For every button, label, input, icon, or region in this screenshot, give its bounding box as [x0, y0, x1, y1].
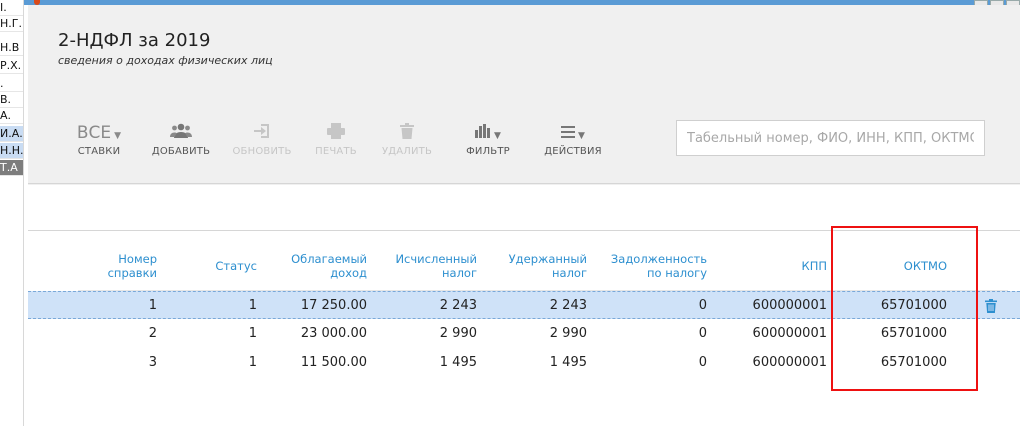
- print-icon: [311, 123, 361, 143]
- list-item-label: Р.Х.: [0, 59, 22, 72]
- cell-status: 1: [248, 298, 257, 313]
- cell-calculated-tax: 1 495: [439, 355, 477, 370]
- rates-label: СТАВКИ: [77, 146, 121, 157]
- list-item-label: Н.Г.: [0, 17, 22, 30]
- sign-in-icon: [231, 123, 293, 143]
- cell-status: 1: [248, 326, 257, 341]
- cell-number: 2: [148, 326, 157, 341]
- oktmo-highlight-box: [831, 226, 978, 391]
- cell-withheld-tax: 2 243: [549, 298, 587, 313]
- cell-withheld-tax: 1 495: [549, 355, 587, 370]
- search-input[interactable]: [676, 120, 985, 156]
- page-title: 2-НДФЛ за 2019: [58, 30, 211, 51]
- column-header-calculated-tax[interactable]: Исчисленный налог: [378, 252, 477, 280]
- filter-label: ФИЛЬТР: [466, 146, 510, 157]
- list-item-label: И.А.: [0, 127, 23, 140]
- bar-chart-icon: ▼: [461, 123, 515, 143]
- list-item-label: Т.А: [0, 161, 18, 174]
- cell-kpp: 600000001: [752, 298, 827, 313]
- cell-taxable-income: 11 500.00: [300, 355, 367, 370]
- list-item[interactable]: Н.Г.: [0, 16, 23, 32]
- trash-icon: [379, 123, 435, 143]
- cell-number: 3: [148, 355, 157, 370]
- cell-taxable-income: 17 250.00: [300, 298, 367, 313]
- list-item[interactable]: Н.Н.: [0, 143, 24, 159]
- rates-dropdown[interactable]: ВСЕ ▼ СТАВКИ: [66, 123, 132, 157]
- column-header-kpp[interactable]: КПП: [728, 259, 827, 273]
- users-icon: [150, 123, 212, 143]
- refresh-button[interactable]: ОБНОВИТЬ: [231, 123, 293, 157]
- cell-status: 1: [248, 355, 257, 370]
- cell-taxable-income: 23 000.00: [300, 326, 367, 341]
- column-header-number[interactable]: Номер справки: [78, 252, 157, 280]
- cell-number: 1: [148, 298, 157, 313]
- list-item[interactable]: Н.В: [0, 40, 23, 56]
- list-item[interactable]: .: [0, 76, 23, 92]
- menu-icon: ▼: [541, 123, 605, 143]
- delete-button[interactable]: УДАЛИТЬ: [379, 123, 435, 157]
- cell-tax-debt: 0: [698, 326, 707, 341]
- cell-tax-debt: 0: [698, 298, 707, 313]
- actions-dropdown[interactable]: ▼ ДЕЙСТВИЯ: [541, 123, 605, 157]
- rates-value: ВСЕ ▼: [76, 123, 122, 143]
- column-header-taxable-income[interactable]: Облагаемый доход: [268, 252, 367, 280]
- cell-kpp: 600000001: [752, 355, 827, 370]
- cell-calculated-tax: 2 990: [439, 326, 477, 341]
- divider: [28, 183, 1020, 184]
- list-item-label: Н.Н.: [0, 144, 24, 157]
- delete-label: УДАЛИТЬ: [381, 146, 433, 157]
- refresh-label: ОБНОВИТЬ: [232, 146, 292, 157]
- page-subtitle: сведения о доходах физических лиц: [58, 54, 273, 67]
- list-item-label: .: [0, 77, 4, 90]
- chevron-down-icon: ▼: [114, 131, 122, 141]
- list-item-label: А.: [0, 109, 12, 122]
- list-item[interactable]: Т.А: [0, 160, 23, 176]
- list-item[interactable]: В.: [0, 92, 23, 108]
- list-item[interactable]: И.А.: [0, 126, 23, 142]
- column-header-status[interactable]: Статус: [190, 259, 257, 273]
- cell-tax-debt: 0: [698, 355, 707, 370]
- list-item[interactable]: Р.Х.: [0, 58, 23, 74]
- list-item-label: I.: [0, 1, 7, 14]
- column-header-tax-debt[interactable]: Задолженность по налогу: [598, 252, 707, 280]
- add-button[interactable]: ДОБАВИТЬ: [150, 123, 212, 157]
- employee-list-strip: I. Н.Г. Н.В Р.Х. . В. А. И.А. Н.Н. Т.А: [0, 0, 24, 426]
- cell-kpp: 600000001: [752, 326, 827, 341]
- list-item[interactable]: А.: [0, 108, 23, 124]
- list-item-label: В.: [0, 93, 12, 106]
- print-button[interactable]: ПЕЧАТЬ: [311, 123, 361, 157]
- list-item-label: Н.В: [0, 41, 20, 54]
- print-label: ПЕЧАТЬ: [315, 146, 357, 157]
- chevron-down-icon: ▼: [494, 131, 501, 141]
- row-delete-icon[interactable]: [985, 298, 997, 313]
- actions-label: ДЕЙСТВИЯ: [544, 146, 602, 157]
- list-item[interactable]: I.: [0, 0, 23, 16]
- cell-withheld-tax: 2 990: [549, 326, 587, 341]
- add-label: ДОБАВИТЬ: [151, 146, 211, 157]
- cell-calculated-tax: 2 243: [439, 298, 477, 313]
- chevron-down-icon: ▼: [578, 131, 585, 141]
- filter-dropdown[interactable]: ▼ ФИЛЬТР: [461, 123, 515, 157]
- column-header-withheld-tax[interactable]: Удержанный налог: [488, 252, 587, 280]
